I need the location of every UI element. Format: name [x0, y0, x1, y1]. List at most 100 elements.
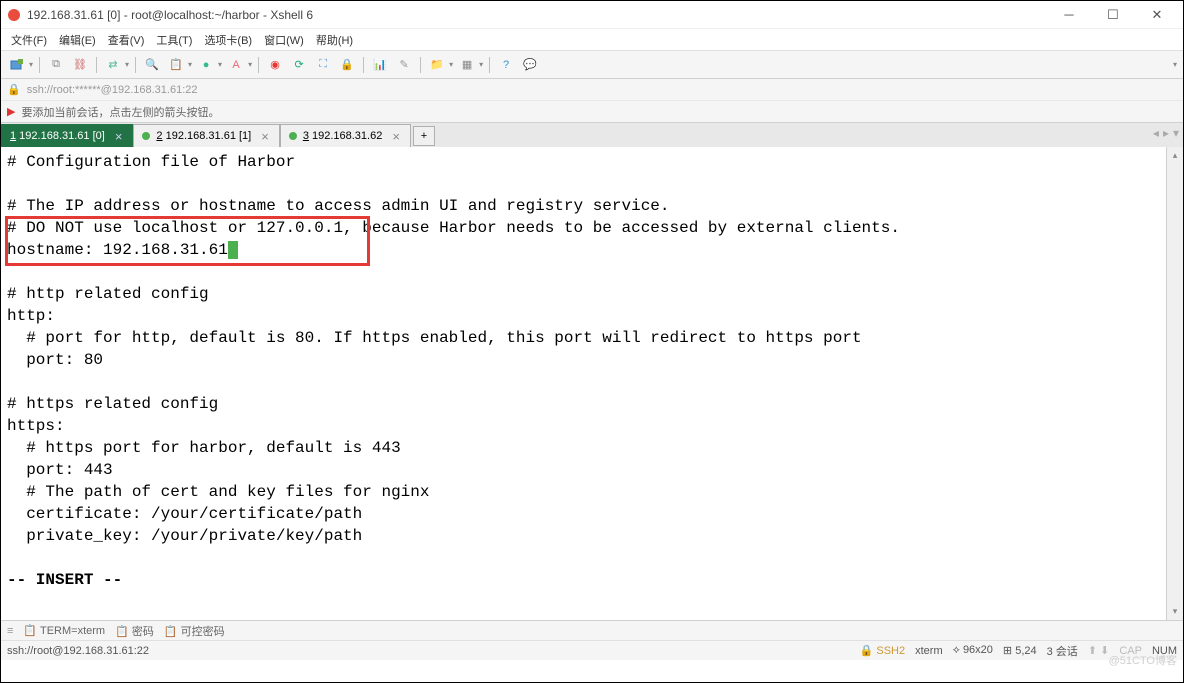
nav-icons[interactable]: ⬆ ⬇	[1088, 644, 1110, 657]
close-tab-icon[interactable]: ×	[392, 129, 400, 144]
dropdown-icon[interactable]: ▾	[449, 60, 453, 69]
tab-label: 1 192.168.31.61 [0]	[10, 130, 105, 142]
circle-icon[interactable]: ●	[196, 55, 216, 75]
separator	[39, 57, 40, 73]
new-session-icon[interactable]	[7, 55, 27, 75]
line: port: 443	[7, 461, 113, 479]
line: # https port for harbor, default is 443	[7, 439, 401, 457]
session-tab-2[interactable]: 2 192.168.31.61 [1] ×	[133, 124, 279, 147]
line: http:	[7, 307, 55, 325]
menu-window[interactable]: 窗口(W)	[260, 30, 308, 50]
info-bar: ≡ 📋 TERM=xterm 📋 密码 📋 可控密码	[1, 621, 1183, 641]
font-icon[interactable]: A	[226, 55, 246, 75]
dropdown-icon[interactable]: ▾	[218, 60, 222, 69]
dropdown-icon[interactable]: ▾	[29, 60, 33, 69]
scroll-track[interactable]	[1167, 164, 1183, 603]
edit-icon[interactable]: ✎	[394, 55, 414, 75]
menu-help[interactable]: 帮助(H)	[312, 30, 357, 50]
cursor-pos: ⊞ 5,24	[1003, 644, 1037, 657]
tab-prev-icon[interactable]: ◂	[1153, 126, 1159, 140]
line: # http related config	[7, 285, 209, 303]
tab-list-icon[interactable]: ▾	[1173, 126, 1179, 140]
status-bar: ssh://root@192.168.31.61:22 🔒 SSH2 xterm…	[1, 641, 1183, 660]
dropdown-icon[interactable]: ▾	[248, 60, 252, 69]
line: # port for http, default is 80. If https…	[7, 329, 862, 347]
info-term: 📋 TERM=xterm	[23, 624, 105, 637]
window-controls: ─ ☐ ✕	[1049, 4, 1177, 26]
close-button[interactable]: ✕	[1137, 4, 1177, 26]
dropdown-icon[interactable]: ▾	[479, 60, 483, 69]
session-tab-1[interactable]: 1 192.168.31.61 [0] ×	[1, 124, 133, 147]
info-pw: 📋 密码	[115, 623, 154, 639]
menu-icon[interactable]: ≡	[7, 625, 13, 637]
scroll-up-icon[interactable]: ▴	[1167, 147, 1183, 164]
folder-icon[interactable]: 📁	[427, 55, 447, 75]
session-tab-3[interactable]: 3 192.168.31.62 ×	[280, 124, 411, 147]
menu-file[interactable]: 文件(F)	[7, 30, 51, 50]
menu-edit[interactable]: 编辑(E)	[55, 30, 100, 50]
toolbar: ▾ ⧉ ⛓ ⇄▾ 🔍 📋▾ ●▾ A▾ ◉ ⟳ ⛶ 🔒 📊 ✎ 📁▾ ▦▾ ? …	[1, 51, 1183, 79]
close-tab-icon[interactable]: ×	[115, 129, 123, 144]
chart-icon[interactable]: 📊	[370, 55, 390, 75]
separator	[135, 57, 136, 73]
toolbar-overflow-icon[interactable]: ▾	[1173, 60, 1177, 69]
maximize-button[interactable]: ☐	[1093, 4, 1133, 26]
app-icon	[7, 8, 21, 22]
scrollbar[interactable]: ▴ ▾	[1166, 147, 1183, 620]
menu-options[interactable]: 选项卡(B)	[200, 30, 256, 50]
address-bar: 🔒 ssh://root:******@192.168.31.61:22	[1, 79, 1183, 101]
menubar: 文件(F) 编辑(E) 查看(V) 工具(T) 选项卡(B) 窗口(W) 帮助(…	[1, 29, 1183, 51]
link-icon[interactable]: ⛓	[70, 55, 90, 75]
swirl-icon[interactable]: ◉	[265, 55, 285, 75]
minimize-button[interactable]: ─	[1049, 4, 1089, 26]
session-count: 3 会话	[1047, 643, 1078, 659]
tab-next-icon[interactable]: ▸	[1163, 126, 1169, 140]
transfer-icon[interactable]: ⇄	[103, 55, 123, 75]
line: # The path of cert and key files for ngi…	[7, 483, 429, 501]
line: # The IP address or hostname to access a…	[7, 197, 670, 215]
terminal-content[interactable]: # Configuration file of Harbor # The IP …	[1, 147, 1183, 595]
search-icon[interactable]: 🔍	[142, 55, 162, 75]
copy-icon[interactable]: 📋	[166, 55, 186, 75]
titlebar: 192.168.31.61 [0] - root@localhost:~/har…	[1, 1, 1183, 29]
tab-label: 2 192.168.31.61 [1]	[156, 130, 251, 142]
line: # Configuration file of Harbor	[7, 153, 295, 171]
window-title: 192.168.31.61 [0] - root@localhost:~/har…	[27, 8, 1049, 22]
status-dot-icon	[289, 132, 297, 140]
terminal[interactable]: # Configuration file of Harbor # The IP …	[1, 147, 1183, 621]
highlight-box	[5, 216, 370, 266]
separator	[96, 57, 97, 73]
menu-tools[interactable]: 工具(T)	[152, 30, 196, 50]
scroll-down-icon[interactable]: ▾	[1167, 603, 1183, 620]
chat-icon[interactable]: 💬	[520, 55, 540, 75]
separator	[489, 57, 490, 73]
lock-icon: 🔒	[7, 83, 21, 96]
vim-mode: -- INSERT --	[7, 571, 122, 589]
info-cpw: 📋 可控密码	[164, 623, 225, 639]
address-text: ssh://root:******@192.168.31.61:22	[27, 84, 198, 96]
dropdown-icon[interactable]: ▾	[125, 60, 129, 69]
sessions-icon[interactable]: ⧉	[46, 55, 66, 75]
refresh-icon[interactable]: ⟳	[289, 55, 309, 75]
tabbar: 1 192.168.31.61 [0] × 2 192.168.31.61 [1…	[1, 123, 1183, 147]
flag-icon: ▶	[7, 105, 15, 118]
help-icon[interactable]: ?	[496, 55, 516, 75]
hint-bar: ▶ 要添加当前会话，点击左侧的箭头按钮。	[1, 101, 1183, 123]
line: https:	[7, 417, 65, 435]
separator	[258, 57, 259, 73]
dropdown-icon[interactable]: ▾	[188, 60, 192, 69]
term-size: ⟡ 96x20	[953, 644, 993, 657]
close-tab-icon[interactable]: ×	[261, 129, 269, 144]
expand-icon[interactable]: ⛶	[313, 55, 333, 75]
menu-view[interactable]: 查看(V)	[104, 30, 149, 50]
separator	[420, 57, 421, 73]
add-tab-button[interactable]: +	[413, 126, 435, 146]
lock-icon[interactable]: 🔒	[337, 55, 357, 75]
ssh-status: 🔒 SSH2	[860, 644, 906, 657]
status-left: ssh://root@192.168.31.61:22	[7, 645, 149, 657]
tab-label: 3 192.168.31.62	[303, 130, 383, 142]
grid-icon[interactable]: ▦	[457, 55, 477, 75]
line: certificate: /your/certificate/path	[7, 505, 362, 523]
status-dot-icon	[142, 132, 150, 140]
watermark: @51CTO博客	[1109, 652, 1177, 668]
